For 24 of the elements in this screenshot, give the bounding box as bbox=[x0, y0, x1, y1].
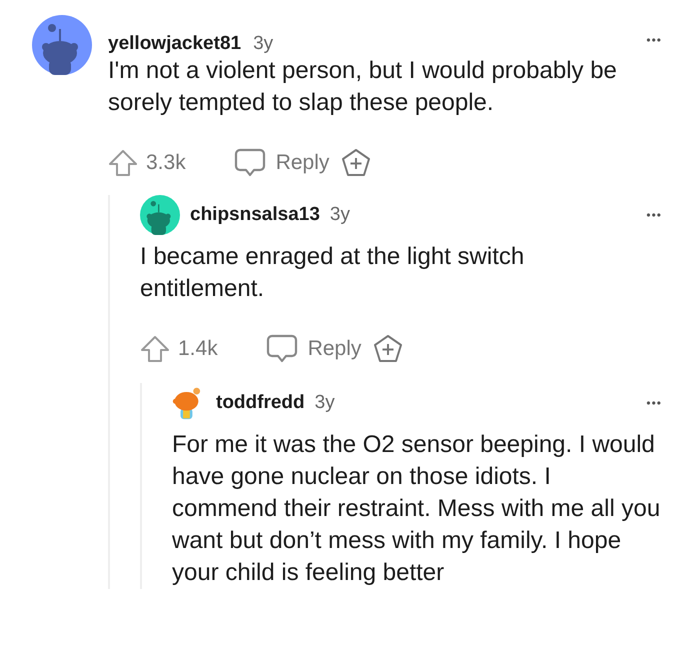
more-options-button[interactable]: ••• bbox=[646, 396, 662, 410]
reply-button[interactable]: Reply bbox=[276, 151, 330, 175]
avatar-icon[interactable] bbox=[140, 195, 180, 235]
award-icon[interactable] bbox=[373, 334, 404, 364]
reply-button[interactable]: Reply bbox=[308, 337, 362, 361]
comment-icon[interactable] bbox=[234, 148, 266, 178]
upvote-icon[interactable] bbox=[108, 149, 138, 177]
comment-text: I'm not a violent person, but I would probably be sorely tempted to slap these people. bbox=[108, 56, 618, 118]
comment-text: For me it was the O2 sensor beeping. I would have gone nuclear on those idiots. I commend their restraint. Mess with me all you want but don’t mess with my family. I hope your child is feeling better bbox=[172, 430, 662, 588]
username[interactable]: chipsnsalsa13 bbox=[190, 204, 320, 226]
timestamp: 3y bbox=[314, 392, 335, 414]
vote-count: 3.3k bbox=[146, 151, 186, 175]
more-options-button[interactable]: ••• bbox=[646, 208, 662, 222]
timestamp: 3y bbox=[253, 33, 274, 55]
upvote-icon[interactable] bbox=[140, 335, 170, 363]
username[interactable]: yellowjacket81 bbox=[108, 33, 242, 55]
comment-icon[interactable] bbox=[266, 334, 298, 364]
more-options-button[interactable]: ••• bbox=[646, 33, 662, 47]
vote-count: 1.4k bbox=[178, 337, 218, 361]
timestamp: 3y bbox=[330, 204, 350, 226]
avatar-icon[interactable] bbox=[32, 15, 92, 75]
comment-text: I became enraged at the light switch entitlement. bbox=[140, 242, 526, 304]
username[interactable]: toddfredd bbox=[216, 392, 305, 414]
award-icon[interactable] bbox=[341, 148, 372, 178]
